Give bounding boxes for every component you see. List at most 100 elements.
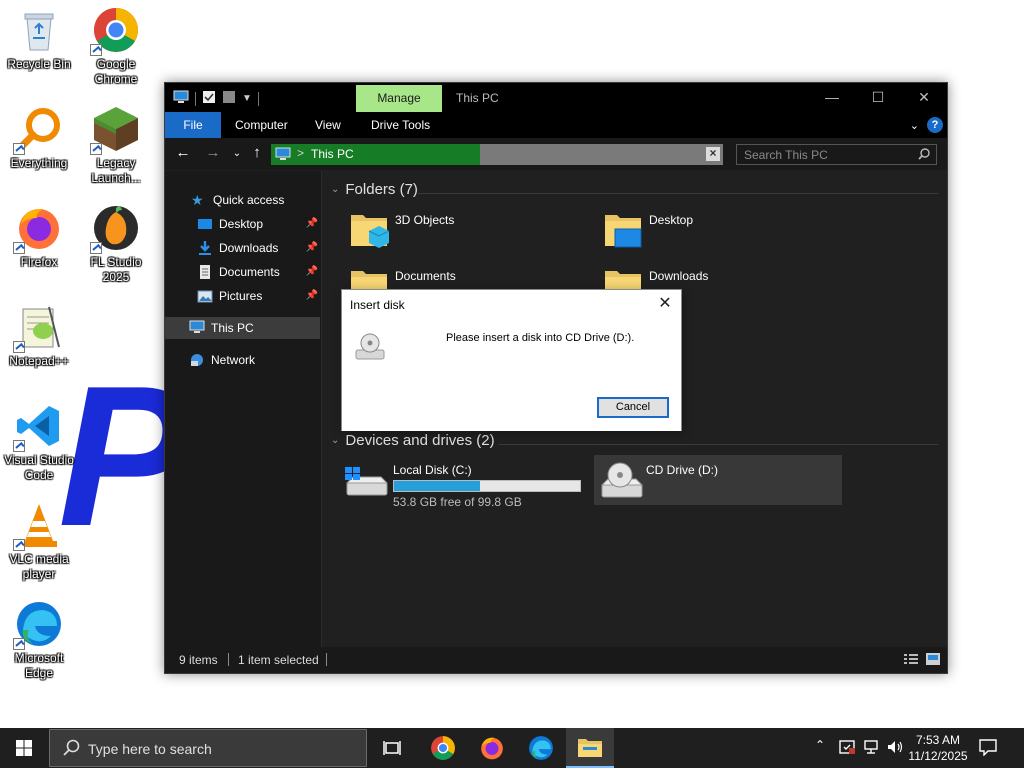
maximize-button[interactable]: ☐ xyxy=(855,83,901,112)
downloads-icon xyxy=(197,240,213,256)
details-view-icon[interactable] xyxy=(903,652,919,669)
new-folder-icon[interactable] xyxy=(222,90,236,107)
desktop-icon-label: Notepad++ xyxy=(9,354,69,368)
taskbar-file-explorer[interactable] xyxy=(566,728,614,768)
pin-icon[interactable]: 📌 xyxy=(306,290,318,301)
minimize-button[interactable]: — xyxy=(809,83,855,112)
security-tray-icon[interactable] xyxy=(838,738,856,759)
tab-file[interactable]: File xyxy=(165,112,221,138)
nav-pictures[interactable]: Pictures 📌 xyxy=(165,285,320,307)
window-title: This PC xyxy=(456,91,499,105)
tab-computer[interactable]: Computer xyxy=(221,112,302,138)
tab-drive-tools[interactable]: Drive Tools xyxy=(357,112,444,138)
breadcrumb-separator: > xyxy=(297,146,305,160)
pin-icon[interactable]: 📌 xyxy=(306,218,318,229)
navigation-bar: ← → ⌄ ↑ > This PC × Search This PC xyxy=(165,138,947,170)
nav-desktop[interactable]: Desktop 📌 xyxy=(165,213,320,235)
chrome-icon xyxy=(90,6,140,56)
3d-objects-folder-icon xyxy=(349,209,390,254)
folders-group-header[interactable]: ⌄ Folders (7) xyxy=(331,181,418,198)
help-icon[interactable]: ? xyxy=(927,117,943,133)
nav-this-pc[interactable]: This PC xyxy=(165,317,320,339)
close-button[interactable]: ✕ xyxy=(901,83,947,112)
tab-view[interactable]: View xyxy=(301,112,355,138)
desktop-icon-legacy-launcher[interactable]: Legacy Launch... xyxy=(78,105,154,186)
address-bar[interactable]: > This PC × xyxy=(271,144,723,165)
notepad-plus-plus-icon xyxy=(13,303,63,353)
title-bar[interactable]: ▼ Manage This PC — ☐ ✕ xyxy=(165,83,947,112)
edge-icon xyxy=(529,736,553,760)
desktop-icon-notepad-plus-plus[interactable]: Notepad++ xyxy=(1,303,77,369)
tab-manage[interactable]: Manage xyxy=(356,85,442,112)
customize-toolbar-icon[interactable]: ▼ xyxy=(242,93,252,104)
ribbon-tabs: File Computer View Drive Tools ⌄ ? xyxy=(165,112,947,138)
taskbar-edge[interactable] xyxy=(517,728,565,768)
folder-name: 3D Objects xyxy=(395,213,455,227)
show-hidden-icons-chevron-icon[interactable]: ⌃ xyxy=(815,738,825,752)
clock-time: 7:53 AM xyxy=(915,733,961,747)
status-separator xyxy=(326,653,327,666)
nav-documents[interactable]: Documents 📌 xyxy=(165,261,320,283)
firefox-icon xyxy=(13,204,63,254)
back-button[interactable]: ← xyxy=(173,144,193,161)
drive-name: CD Drive (D:) xyxy=(646,463,718,477)
nav-downloads[interactable]: Downloads 📌 xyxy=(165,237,320,259)
volume-tray-icon[interactable] xyxy=(886,738,904,759)
up-button[interactable]: ↑ xyxy=(247,144,267,161)
fl-studio-icon xyxy=(90,204,140,254)
desktop-icon-chrome[interactable]: Google Chrome xyxy=(78,6,154,87)
dialog-message: Please insert a disk into CD Drive (D:). xyxy=(446,332,635,344)
desktop-folder-icon xyxy=(197,216,213,232)
cancel-button[interactable]: Cancel xyxy=(597,397,669,418)
taskbar: Type here to search ⌃ 7:53 AM 11/12/2025 xyxy=(0,728,1024,768)
network-tray-icon[interactable] xyxy=(862,738,880,759)
navigation-pane: ★ Quick access Desktop 📌 Downloads 📌 Doc… xyxy=(165,171,322,649)
window-controls: — ☐ ✕ xyxy=(809,83,947,112)
separator xyxy=(257,91,259,106)
large-icons-view-icon[interactable] xyxy=(925,652,941,669)
properties-icon[interactable] xyxy=(202,90,216,107)
this-pc-icon xyxy=(275,147,291,164)
search-box[interactable]: Search This PC xyxy=(736,144,937,165)
cd-drive-icon xyxy=(354,332,386,367)
search-placeholder: Type here to search xyxy=(88,741,212,757)
pin-icon[interactable]: 📌 xyxy=(306,242,318,253)
drive-local-disk-c[interactable]: Local Disk (C:) 53.8 GB free of 99.8 GB xyxy=(341,455,587,509)
desktop-icon-label: Microsoft Edge xyxy=(14,651,64,680)
taskbar-chrome[interactable] xyxy=(419,728,467,768)
start-button[interactable] xyxy=(0,728,48,768)
desktop-icon-vscode[interactable]: Visual Studio Code xyxy=(1,402,77,483)
desktop-icon-vlc[interactable]: VLC media player xyxy=(1,501,77,582)
taskbar-firefox[interactable] xyxy=(468,728,516,768)
desktop-icon-everything[interactable]: Everything xyxy=(1,105,77,171)
folder-desktop[interactable]: Desktop xyxy=(603,209,803,253)
group-divider xyxy=(498,444,938,445)
pin-icon[interactable]: 📌 xyxy=(306,266,318,277)
star-icon: ★ xyxy=(191,192,204,208)
folder-name: Desktop xyxy=(649,213,694,227)
search-placeholder: Search This PC xyxy=(744,148,828,162)
forward-button[interactable]: → xyxy=(203,144,223,161)
desktop-icon-recycle-bin[interactable]: Recycle Bin xyxy=(1,6,77,72)
taskbar-search-box[interactable]: Type here to search xyxy=(49,729,367,767)
system-clock[interactable]: 7:53 AM 11/12/2025 xyxy=(906,732,970,764)
devices-group-header[interactable]: ⌄ Devices and drives (2) xyxy=(331,432,495,449)
item-count: 9 items xyxy=(179,653,218,667)
desktop-icon-firefox[interactable]: Firefox xyxy=(1,204,77,270)
recent-locations-button[interactable]: ⌄ xyxy=(227,148,247,159)
desktop-icon-edge[interactable]: Microsoft Edge xyxy=(1,600,77,681)
quick-access-toolbar: ▼ xyxy=(173,90,259,107)
clear-address-button[interactable]: × xyxy=(706,147,720,161)
nav-network[interactable]: Network xyxy=(165,349,320,371)
task-view-button[interactable] xyxy=(368,728,416,768)
this-pc-icon[interactable] xyxy=(173,90,189,107)
notification-center-icon[interactable] xyxy=(978,738,998,759)
folder-3d-objects[interactable]: 3D Objects xyxy=(349,209,549,253)
nav-quick-access[interactable]: ★ Quick access xyxy=(165,189,320,211)
cd-drive-icon xyxy=(598,459,644,504)
everything-search-icon xyxy=(13,105,63,155)
drive-cd-d[interactable]: CD Drive (D:) xyxy=(594,455,842,505)
expand-ribbon-icon[interactable]: ⌄ xyxy=(910,119,919,132)
dialog-close-button[interactable]: ✕ xyxy=(655,294,675,314)
desktop-icon-fl-studio[interactable]: FL Studio 2025 xyxy=(78,204,154,285)
